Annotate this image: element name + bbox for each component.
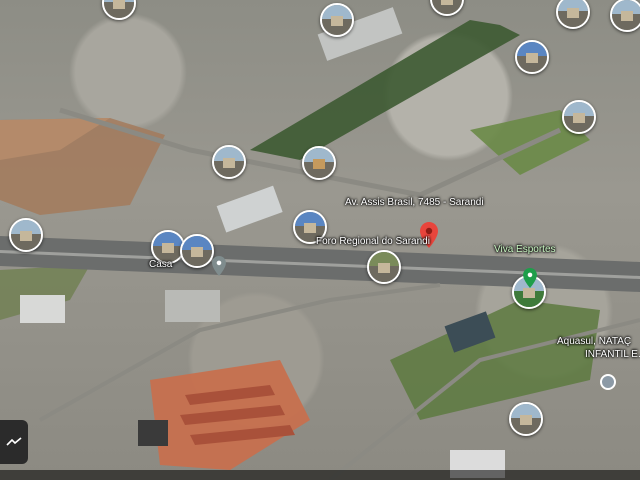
street-photo-thumb[interactable] <box>367 250 401 284</box>
dark-roof <box>138 420 168 446</box>
aquasul-label: Aquasul, NATAÇ <box>557 336 632 347</box>
tree-strip <box>250 20 520 160</box>
street-photo-thumb[interactable] <box>320 3 354 37</box>
map-pin-green-icon[interactable] <box>523 268 537 288</box>
address-label: Av. Assis Brasil, 7485 - Sarandi <box>345 197 484 208</box>
foro-label: Foro Regional do Sarandi <box>316 236 430 247</box>
street-photo-thumb[interactable] <box>212 145 246 179</box>
casa-label: Casa <box>149 259 173 270</box>
collapse-panel-button[interactable] <box>0 420 28 464</box>
street-photo-thumb[interactable] <box>180 234 214 268</box>
street-photo-thumb[interactable] <box>9 218 43 252</box>
street-photo-thumb[interactable] <box>610 0 640 32</box>
satellite-map[interactable]: Av. Assis Brasil, 7485 - Sarandi Foro Re… <box>0 0 640 480</box>
warehouse-a <box>216 185 283 233</box>
bottom-status-bar <box>0 470 640 480</box>
warehouse-c <box>165 290 220 322</box>
street-photo-thumb[interactable] <box>509 402 543 436</box>
aquasul-label-line2: INFANTIL E... <box>585 349 640 360</box>
street-photo-thumb[interactable] <box>556 0 590 29</box>
warehouse-b <box>20 295 65 323</box>
viva-esportes-label: Viva Esportes <box>494 244 556 255</box>
street-photo-thumb[interactable] <box>515 40 549 74</box>
street-photo-thumb[interactable] <box>430 0 464 16</box>
chevron-icon <box>6 437 22 446</box>
street-photo-thumb[interactable] <box>562 100 596 134</box>
street-photo-thumb[interactable] <box>102 0 136 20</box>
green-field-bottom <box>390 300 600 420</box>
map-pin-gray-icon[interactable] <box>600 374 616 390</box>
map-pin-gray-icon[interactable] <box>212 256 226 276</box>
street-photo-thumb[interactable] <box>302 146 336 180</box>
